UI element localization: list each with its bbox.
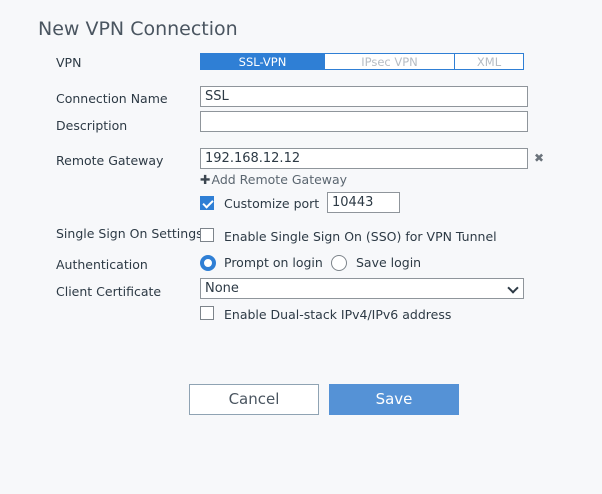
customize-port-label: Customize port [224,196,320,211]
connection-name-label: Connection Name [56,91,168,106]
vpn-tab-xml[interactable]: XML [454,53,524,70]
client-certificate-select[interactable]: None [200,278,524,299]
dual-stack-checkbox[interactable] [200,306,214,320]
sso-option-label: Enable Single Sign On (SSO) for VPN Tunn… [224,229,497,244]
customize-port-checkbox[interactable] [200,196,214,210]
client-certificate-label: Client Certificate [56,284,162,299]
vpn-tab-ssl[interactable]: SSL-VPN [200,53,325,70]
sso-checkbox[interactable] [200,228,214,242]
save-button[interactable]: Save [329,384,459,415]
save-login-radio[interactable] [331,255,347,271]
dialog-title: New VPN Connection [38,18,238,40]
add-remote-gateway-label: Add Remote Gateway [211,172,348,187]
cancel-button[interactable]: Cancel [189,384,319,415]
prompt-on-login-radio[interactable] [200,255,216,271]
port-input[interactable]: 10443 [327,192,400,213]
remove-icon[interactable]: ✖ [534,151,544,165]
description-input[interactable] [200,111,528,132]
authentication-label: Authentication [56,257,148,272]
client-certificate-value: None [205,281,239,296]
add-remote-gateway-link[interactable]: ✚Add Remote Gateway [200,172,347,187]
description-label: Description [56,118,128,133]
remote-gateway-label: Remote Gateway [56,153,164,168]
sso-settings-label: Single Sign On Settings [56,226,203,241]
connection-name-input[interactable]: SSL [200,86,528,107]
save-login-label: Save login [356,255,422,270]
remote-gateway-input[interactable]: 192.168.12.12 [200,148,528,169]
vpn-label: VPN [56,55,82,70]
plus-icon: ✚ [200,172,211,187]
vpn-tab-ipsec[interactable]: IPsec VPN [324,53,455,70]
dual-stack-label: Enable Dual-stack IPv4/IPv6 address [224,307,452,322]
chevron-down-icon [507,282,519,294]
prompt-on-login-label: Prompt on login [224,255,323,270]
